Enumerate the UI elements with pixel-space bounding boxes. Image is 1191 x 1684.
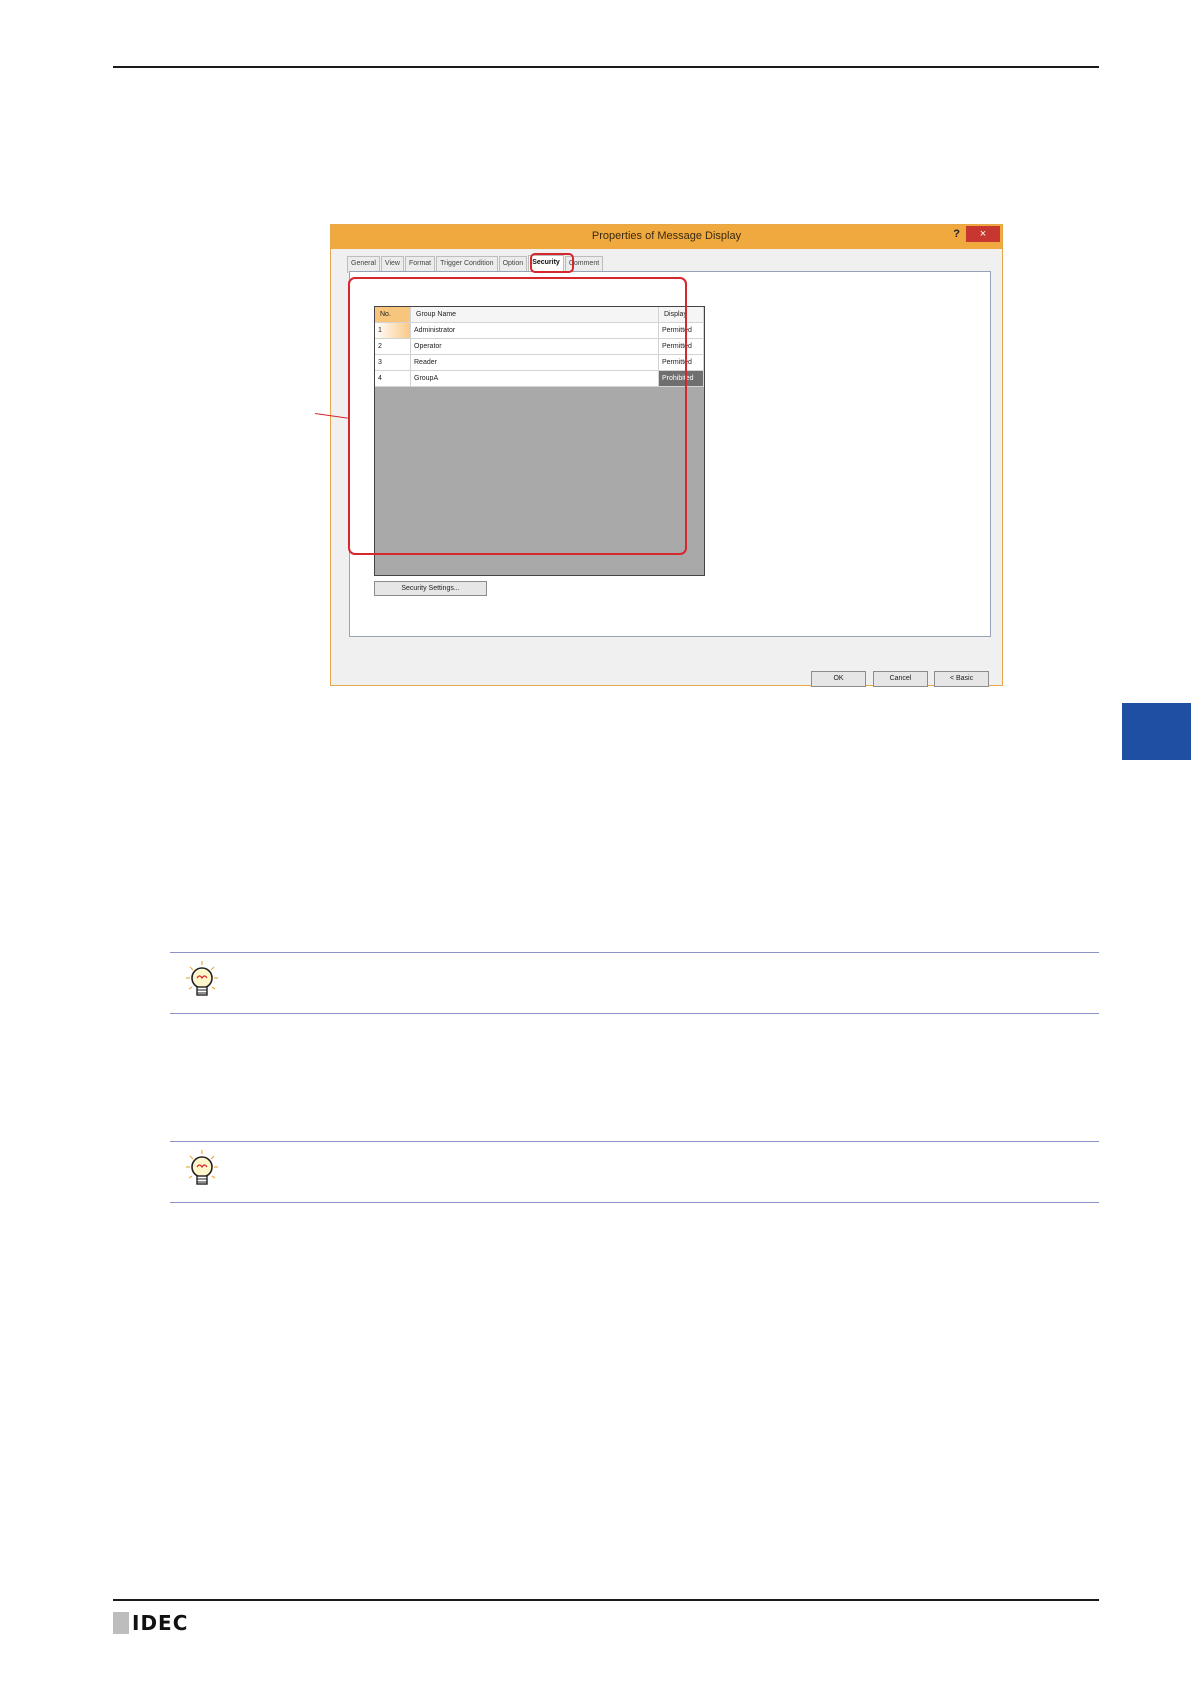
basic-button[interactable]: < Basic	[934, 671, 989, 687]
dialog-title-bar[interactable]: Properties of Message Display ? ×	[331, 225, 1002, 249]
chapter-tab	[1122, 703, 1191, 760]
header-rule	[113, 66, 1099, 68]
lightbulb-icon	[186, 961, 218, 996]
idec-logo: IDEC	[113, 1611, 188, 1635]
hint-top-rule	[170, 952, 1099, 953]
hint-bottom-rule	[170, 1202, 1099, 1203]
logo-text: IDEC	[132, 1611, 189, 1635]
hint-bottom-rule	[170, 1013, 1099, 1014]
table-highlight	[348, 277, 687, 555]
close-button[interactable]: ×	[966, 226, 1000, 242]
cancel-button[interactable]: Cancel	[873, 671, 928, 687]
hint-top-rule	[170, 1141, 1099, 1142]
footer-rule	[113, 1599, 1099, 1601]
security-tab-highlight	[530, 253, 574, 273]
help-button[interactable]: ?	[953, 228, 960, 240]
lightbulb-icon	[186, 1150, 218, 1185]
security-settings-button[interactable]: Security Settings...	[374, 581, 487, 596]
dialog-title: Properties of Message Display	[591, 230, 742, 242]
ok-button[interactable]: OK	[811, 671, 866, 687]
logo-mark	[113, 1612, 129, 1634]
